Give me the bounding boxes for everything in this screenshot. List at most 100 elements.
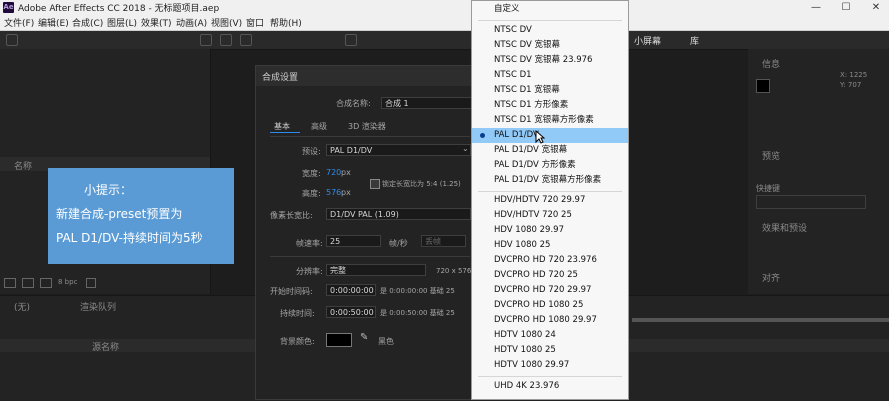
preset-option[interactable]: DVCPRO HD 720 23.976 — [472, 253, 628, 268]
title-bar: Ae Adobe After Effects CC 2018 - 无标题项目.a… — [0, 0, 889, 15]
comp-name-label: 合成名称: — [336, 99, 371, 108]
maximize-icon[interactable]: ☐ — [835, 0, 857, 15]
preset-dropdown-list[interactable]: 自定义 NTSC DV NTSC DV 宽银幕 NTSC DV 宽银幕 23.9… — [471, 0, 629, 400]
tab-library[interactable]: 库 — [690, 34, 699, 47]
tab-basic[interactable]: 基本 — [274, 121, 290, 132]
minimize-icon[interactable]: — — [805, 0, 827, 15]
new-folder-icon[interactable] — [22, 278, 34, 288]
start-timecode-input[interactable]: 0:00:00:00 — [326, 284, 376, 296]
timeline-tab-render-queue[interactable]: 渲染队列 — [80, 300, 116, 313]
preset-option[interactable]: NTSC D1 — [472, 68, 628, 83]
start-timecode-label: 开始时间码: — [270, 287, 313, 296]
width-label: 宽度: — [302, 169, 321, 178]
preset-option[interactable]: HDV 1080 29.97 — [472, 223, 628, 238]
resolution-select[interactable]: 完整 — [326, 264, 426, 276]
preset-option[interactable]: DVCPRO HD 720 25 — [472, 268, 628, 283]
preset-option[interactable]: PAL D1/DV 宽银幕方形像素 — [472, 173, 628, 188]
resolution-label: 分辨率: — [296, 267, 323, 276]
bg-color-swatch[interactable] — [326, 333, 352, 347]
dialog-title: 合成设置 — [262, 73, 299, 83]
preset-option[interactable]: NTSC DV 宽银幕 — [472, 38, 628, 53]
preset-option[interactable]: HDTV 1080 24 — [472, 328, 628, 343]
tab-advanced[interactable]: 高级 — [311, 121, 327, 132]
separator — [478, 191, 622, 192]
preset-option[interactable]: DVCPRO HD 1080 29.97 — [472, 313, 628, 328]
menu-animation[interactable]: 动画(A) — [176, 16, 207, 29]
menu-view[interactable]: 视图(V) — [211, 16, 242, 29]
pen-tool-icon[interactable] — [200, 34, 212, 46]
preset-option[interactable]: PAL D1/DV 方形像素 — [472, 158, 628, 173]
bpc-label[interactable]: 8 bpc — [58, 278, 77, 286]
duration-input[interactable]: 0:00:50:00 — [326, 306, 376, 318]
par-label: 像素长宽比: — [270, 211, 313, 220]
preset-option[interactable]: HDV/HDTV 720 25 — [472, 208, 628, 223]
folder-icon[interactable] — [4, 278, 16, 288]
align-title[interactable]: 对齐 — [762, 271, 780, 284]
preset-option[interactable]: DVCPRO HD 720 29.97 — [472, 283, 628, 298]
new-comp-icon[interactable] — [40, 278, 52, 288]
info-title: 信息 — [762, 60, 781, 70]
timeline-ruler[interactable] — [632, 318, 889, 322]
preset-option[interactable]: HDV 1080 25 — [472, 238, 628, 253]
preset-option[interactable]: NTSC DV 宽银幕 23.976 — [472, 53, 628, 68]
par-select[interactable]: D1/DV PAL (1.09) — [326, 208, 471, 220]
drop-frame-select[interactable]: 丢帧 — [421, 235, 466, 247]
menu-edit[interactable]: 编辑(E) — [38, 16, 69, 29]
preset-option[interactable]: HDTV 1080 29.97 — [472, 358, 628, 373]
preset-option-selected[interactable]: PAL D1/DV — [472, 128, 628, 143]
tab-small-screen[interactable]: 小屏幕 — [634, 34, 661, 47]
menu-effect[interactable]: 效果(T) — [141, 16, 172, 29]
trash-icon[interactable] — [86, 278, 96, 288]
height-value[interactable]: 576 — [326, 188, 341, 197]
column-source-name: 源名称 — [92, 343, 120, 353]
menu-window[interactable]: 窗口 — [246, 16, 264, 29]
tip-line-duration: PAL D1/DV-持续时间为5秒 — [56, 231, 203, 245]
timeline-tab-none[interactable]: (无) — [14, 300, 30, 313]
separator — [478, 376, 622, 377]
preset-option[interactable]: HDV/HDTV 720 29.97 — [472, 193, 628, 208]
preset-option[interactable]: DVCPRO HD 1080 25 — [472, 298, 628, 313]
tip-box: 小提示： 新建合成-preset预置为 PAL D1/DV-持续时间为5秒 — [48, 168, 234, 264]
menu-layer[interactable]: 图层(L) — [107, 16, 137, 29]
preview-title[interactable]: 预览 — [762, 149, 780, 162]
menu-file[interactable]: 文件(F) — [4, 16, 34, 29]
menu-help[interactable]: 帮助(H) — [270, 16, 302, 29]
preset-select[interactable]: PAL D1/DV — [326, 144, 471, 156]
fps-unit: 帧/秒 — [389, 239, 408, 248]
dialog-header: 合成设置 — [256, 66, 476, 86]
active-tab-underline — [270, 132, 300, 133]
menu-bar: 文件(F) 编辑(E) 合成(C) 图层(L) 效果(T) 动画(A) 视图(V… — [0, 15, 889, 31]
brush-tool-icon[interactable] — [220, 34, 232, 46]
snap-checkbox-icon[interactable] — [345, 34, 357, 46]
width-unit: px — [341, 168, 351, 177]
lock-aspect-checkbox[interactable] — [370, 179, 380, 189]
tab-divider — [270, 136, 470, 137]
eraser-tool-icon[interactable] — [240, 34, 252, 46]
close-icon[interactable]: ✕ — [865, 0, 887, 15]
shortcut-select[interactable] — [756, 195, 866, 209]
comp-name-input[interactable]: 合成 1 — [381, 97, 476, 109]
preset-option[interactable]: NTSC DV — [472, 23, 628, 38]
width-value[interactable]: 720 — [326, 168, 341, 177]
effects-title[interactable]: 效果和预设 — [762, 221, 807, 234]
preset-option[interactable]: PAL D1/DV 宽银幕 — [472, 143, 628, 158]
preset-option[interactable]: UHD 4K 23.976 — [472, 379, 628, 394]
menu-composition[interactable]: 合成(C) — [72, 16, 103, 29]
preset-option[interactable]: NTSC D1 宽银幕 — [472, 83, 628, 98]
tab-3d-renderer[interactable]: 3D 渲染器 — [348, 121, 386, 132]
home-tool-icon[interactable] — [6, 34, 18, 46]
right-panel: 信息 X: 1225 Y: 707 预览 快捷键 效果和预设 对齐 — [748, 49, 889, 294]
height-label: 高度: — [302, 189, 321, 198]
preset-option[interactable]: 自定义 — [472, 2, 628, 17]
preset-option[interactable]: HDTV 1080 25 — [472, 343, 628, 358]
fps-label: 帧速率: — [296, 239, 323, 248]
shortcut-label: 快捷键 — [756, 184, 780, 193]
duration-label: 持续时间: — [280, 309, 315, 318]
lock-aspect-label: 锁定长宽比为 5:4 (1.25) — [382, 180, 461, 188]
coord-y: Y: 707 — [840, 81, 862, 89]
eyedropper-icon[interactable]: ✎ — [360, 332, 368, 343]
preset-option[interactable]: NTSC D1 方形像素 — [472, 98, 628, 113]
preset-chevron-icon[interactable]: ⌄ — [462, 144, 469, 153]
preset-option[interactable]: NTSC D1 宽银幕方形像素 — [472, 113, 628, 128]
fps-input[interactable]: 25 — [326, 235, 381, 247]
